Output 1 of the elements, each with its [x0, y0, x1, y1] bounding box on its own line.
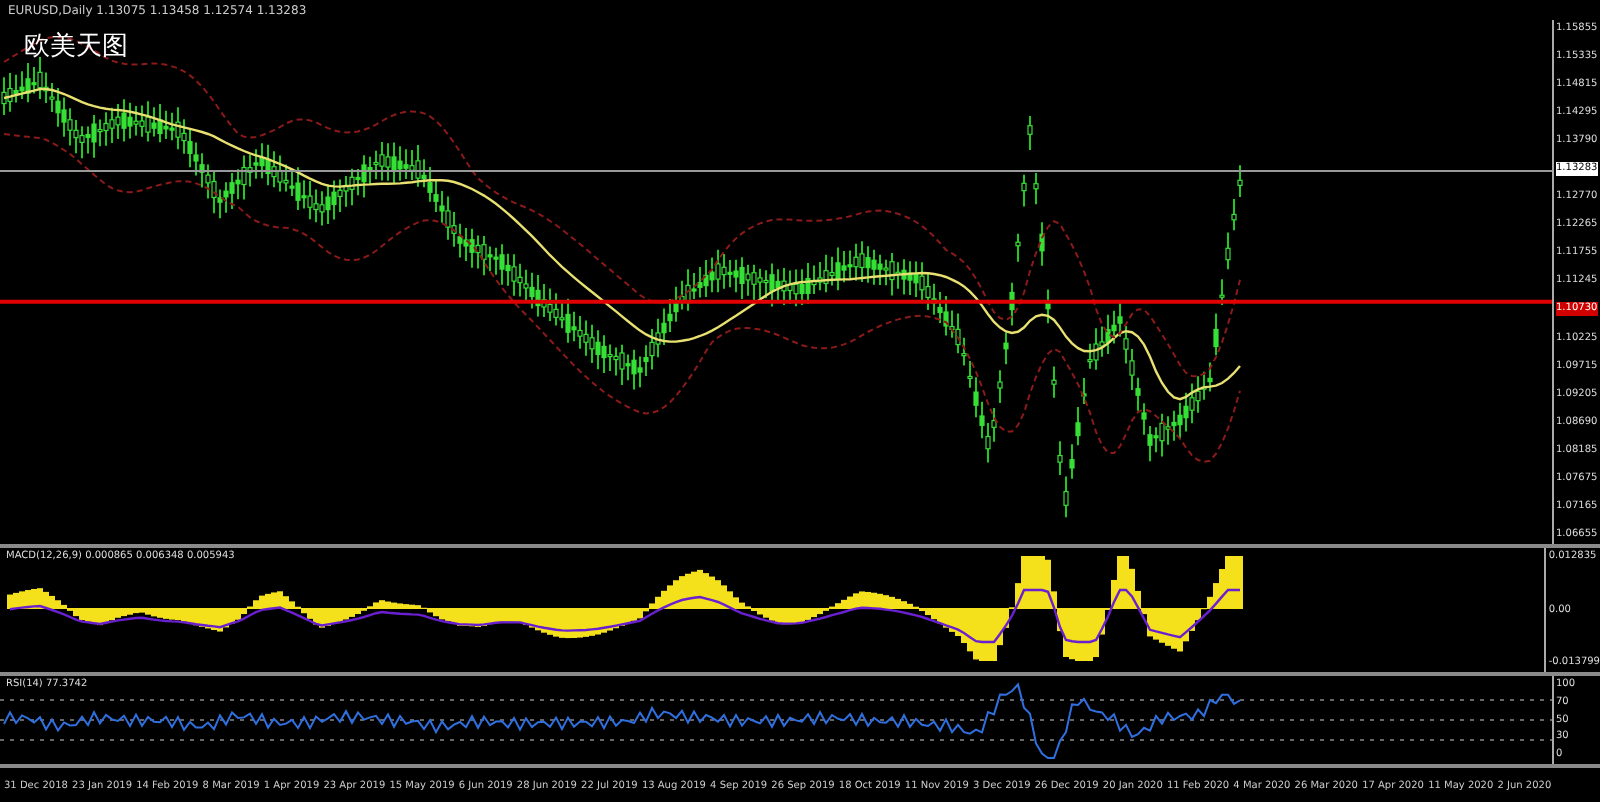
chart-caption: 欧美天图 [24, 30, 128, 64]
